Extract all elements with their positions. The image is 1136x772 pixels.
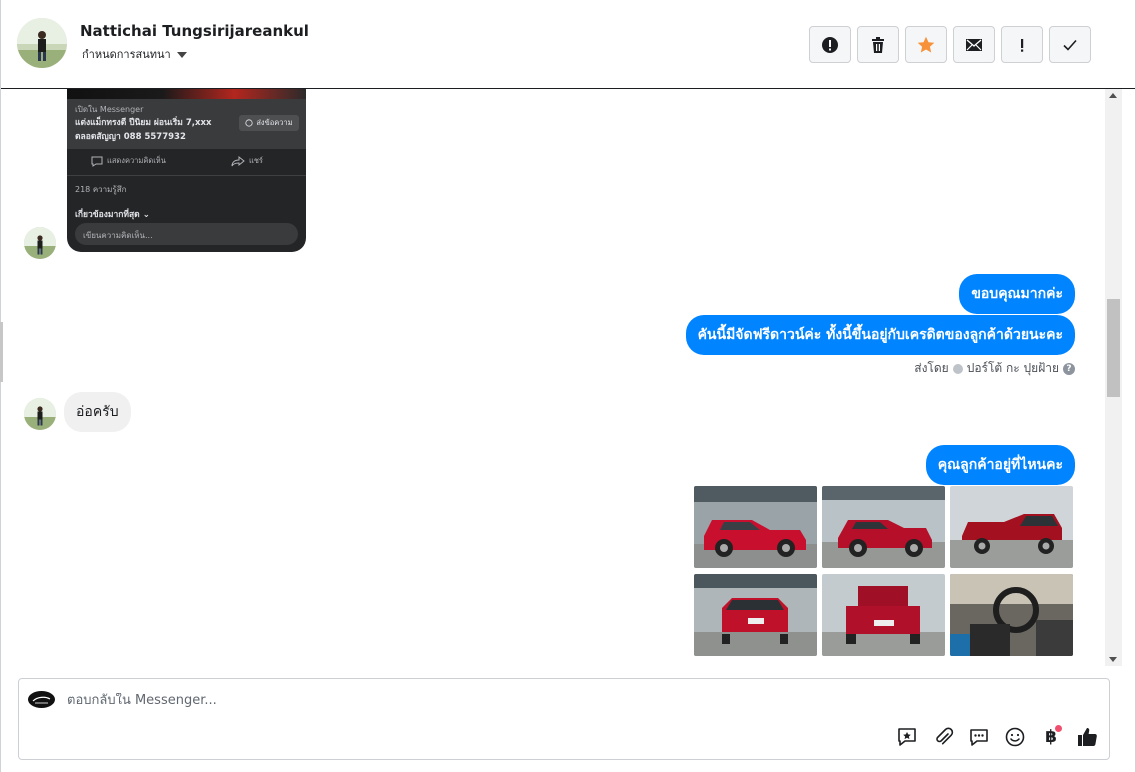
chevron-down-icon: ⌄ <box>142 210 150 220</box>
car-photo[interactable] <box>694 662 817 666</box>
screenshot-send-label: ส่งข้อความ <box>256 118 293 127</box>
screenshot-share-action: แชร์ <box>231 155 263 167</box>
screenshot-actions: แสดงความคิดเห็น แชร์ <box>67 153 306 169</box>
conversation-options[interactable]: กำหนดการสนทนา <box>82 45 187 63</box>
check-icon <box>1063 39 1077 51</box>
screenshot-banner <box>67 89 306 99</box>
car-photo[interactable] <box>950 486 1073 568</box>
page-admin-icon <box>952 363 963 374</box>
car-photo[interactable] <box>822 486 945 568</box>
car-interior-photo[interactable] <box>950 574 1073 656</box>
outgoing-message[interactable]: ขอบคุณมากค่ะ <box>959 274 1075 314</box>
car-photo[interactable] <box>822 574 945 656</box>
car-photo[interactable] <box>694 486 817 568</box>
notification-dot <box>1055 725 1062 732</box>
screenshot-send-button: ส่งข้อความ <box>239 115 299 131</box>
screenshot-most-relevant-label: เกี่ยวข้องมากที่สุด <box>75 210 140 220</box>
page-logo-icon <box>28 691 55 708</box>
composer-toolbar: ฿ <box>895 725 1099 749</box>
outgoing-message[interactable]: คุณลูกค้าอยู่ที่ไหนคะ <box>925 445 1075 485</box>
screenshot-open-in-messenger: เปิดใน Messenger <box>75 105 144 114</box>
like-button[interactable] <box>1075 725 1099 749</box>
emoji-button[interactable] <box>1003 725 1027 749</box>
screenshot-comment-input: เขียนความคิดเห็น... <box>75 223 298 245</box>
outgoing-message[interactable]: คันนี้มีจัดฟรีดาวน์ค่ะ ทั้งนี้ขึ้นอยู่กั… <box>685 315 1075 355</box>
screenshot-reactions: 218 ความรู้สึก <box>75 185 127 194</box>
chat-bubble-icon <box>970 729 988 746</box>
sender-avatar[interactable] <box>24 227 56 259</box>
scrollbar-thumb[interactable] <box>1107 299 1120 397</box>
conversation-toolbar <box>809 26 1091 63</box>
follow-up-button[interactable] <box>1001 26 1043 63</box>
caret-down-icon <box>176 52 187 58</box>
reply-composer: ฿ <box>18 678 1110 760</box>
quick-replies-button[interactable] <box>967 725 991 749</box>
sender-avatar[interactable] <box>24 398 56 430</box>
share-icon <box>231 155 245 166</box>
saved-reply-button[interactable] <box>895 725 919 749</box>
alert-circle-icon <box>822 36 838 53</box>
exclamation-icon <box>1021 38 1024 52</box>
paperclip-icon <box>936 727 954 745</box>
screenshot-most-relevant: เกี่ยวข้องมากที่สุด ⌄ <box>75 207 150 221</box>
incoming-message[interactable]: อ่อครับ <box>64 392 131 432</box>
screenshot-comment-action: แสดงความคิดเห็น <box>91 155 166 167</box>
payment-button[interactable]: ฿ <box>1039 725 1063 749</box>
comment-icon <box>91 156 103 167</box>
mark-unread-button[interactable] <box>953 26 995 63</box>
contact-avatar[interactable] <box>17 18 67 68</box>
star-icon <box>917 36 935 52</box>
sent-by-info: ส่งโดย ปอร์โต้ กะ ปุยฝ้าย ? <box>914 359 1075 378</box>
reply-input[interactable] <box>67 693 867 708</box>
conversation-header: Nattichai Tungsirijareankul กำหนดการสนทน… <box>1 0 1135 89</box>
screenshot-comment-label: แสดงความคิดเห็น <box>107 156 166 165</box>
message-thread[interactable]: เปิดใน Messenger แต่งแม็กทรงดี ปีนิยม ผ่… <box>1 89 1105 666</box>
car-photo[interactable] <box>829 662 952 666</box>
messenger-icon <box>245 119 253 127</box>
conversation-options-label: กำหนดการสนทนา <box>82 48 171 61</box>
envelope-icon <box>966 38 982 51</box>
saved-reply-icon <box>898 728 916 746</box>
messenger-inbox: Nattichai Tungsirijareankul กำหนดการสนทน… <box>0 0 1136 772</box>
screenshot-ad-box: เปิดใน Messenger แต่งแม็กทรงดี ปีนิยม ผ่… <box>67 99 306 149</box>
thumbs-up-icon <box>1078 728 1097 746</box>
car-photo[interactable] <box>694 574 817 656</box>
emoji-icon <box>1005 727 1025 747</box>
screenshot-share-label: แชร์ <box>249 156 263 165</box>
contact-name[interactable]: Nattichai Tungsirijareankul <box>80 22 309 40</box>
thread-scrollbar[interactable] <box>1105 89 1122 666</box>
attach-file-button[interactable] <box>931 725 955 749</box>
panel-resize-handle[interactable] <box>0 322 3 382</box>
help-icon[interactable]: ? <box>1063 362 1075 375</box>
mark-spam-button[interactable] <box>809 26 851 63</box>
sent-by-name: ปอร์โต้ กะ ปุยฝ้าย <box>966 361 1059 375</box>
trash-icon <box>872 36 884 53</box>
delete-button[interactable] <box>857 26 899 63</box>
star-button[interactable] <box>905 26 947 63</box>
sent-by-prefix: ส่งโดย <box>914 361 949 375</box>
scroll-up-arrow-icon[interactable] <box>1109 93 1117 98</box>
screenshot-promo-text: แต่งแม็กทรงดี ปีนิยม ผ่อนเริ่ม 7,xxx ตลอ… <box>75 118 212 142</box>
screenshot-divider <box>67 175 306 176</box>
mark-done-button[interactable] <box>1049 26 1091 63</box>
shared-screenshot-image[interactable]: เปิดใน Messenger แต่งแม็กทรงดี ปีนิยม ผ่… <box>67 89 306 252</box>
scroll-down-arrow-icon[interactable] <box>1109 657 1117 662</box>
